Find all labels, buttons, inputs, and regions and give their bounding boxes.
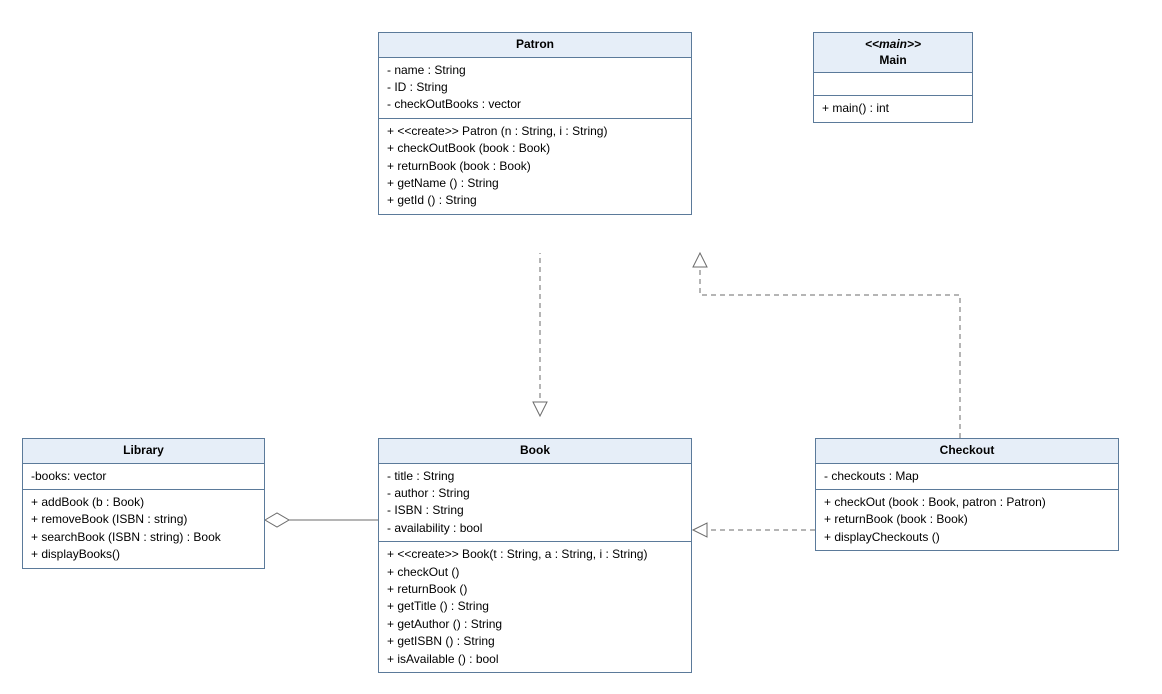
attr: - ID : String	[387, 79, 683, 96]
class-title: Book	[520, 443, 550, 457]
stereotype: <<main>>	[820, 37, 966, 53]
op: + checkOut ()	[387, 564, 683, 581]
op: + returnBook (book : Book)	[387, 158, 683, 175]
op: + searchBook (ISBN : string) : Book	[31, 529, 256, 546]
class-patron-ops: + <<create>> Patron (n : String, i : Str…	[379, 119, 691, 214]
attr: - ISBN : String	[387, 502, 683, 519]
attr: - title : String	[387, 468, 683, 485]
op: + checkOutBook (book : Book)	[387, 140, 683, 157]
class-library-name: Library	[23, 439, 264, 464]
class-library-ops: + addBook (b : Book) + removeBook (ISBN …	[23, 490, 264, 568]
op: + displayCheckouts ()	[824, 529, 1110, 546]
op: + removeBook (ISBN : string)	[31, 511, 256, 528]
class-title: Main	[879, 53, 906, 67]
op: + main() : int	[822, 100, 964, 117]
op: + getId () : String	[387, 192, 683, 209]
class-title: Patron	[516, 37, 554, 51]
class-book-ops: + <<create>> Book(t : String, a : String…	[379, 542, 691, 672]
op: + isAvailable () : bool	[387, 651, 683, 668]
attr: - checkouts : Map	[824, 468, 1110, 485]
op: + getISBN () : String	[387, 633, 683, 650]
op: + <<create>> Book(t : String, a : String…	[387, 546, 683, 563]
class-patron-attrs: - name : String - ID : String - checkOut…	[379, 58, 691, 119]
class-book-name: Book	[379, 439, 691, 464]
op: + getTitle () : String	[387, 598, 683, 615]
class-checkout-attrs: - checkouts : Map	[816, 464, 1118, 490]
op: + checkOut (book : Book, patron : Patron…	[824, 494, 1110, 511]
attr: - availability : bool	[387, 520, 683, 537]
class-patron: Patron - name : String - ID : String - c…	[378, 32, 692, 215]
op: + addBook (b : Book)	[31, 494, 256, 511]
class-checkout-ops: + checkOut (book : Book, patron : Patron…	[816, 490, 1118, 550]
op: + returnBook (book : Book)	[824, 511, 1110, 528]
class-main: <<main>> Main + main() : int	[813, 32, 973, 123]
class-patron-name: Patron	[379, 33, 691, 58]
attr: -books: vector	[31, 468, 256, 485]
class-title: Checkout	[940, 443, 995, 457]
class-main-name: <<main>> Main	[814, 33, 972, 73]
op: + returnBook ()	[387, 581, 683, 598]
attr: - name : String	[387, 62, 683, 79]
op: + <<create>> Patron (n : String, i : Str…	[387, 123, 683, 140]
attr: - checkOutBooks : vector	[387, 96, 683, 113]
class-book-attrs: - title : String - author : String - ISB…	[379, 464, 691, 543]
op: + displayBooks()	[31, 546, 256, 563]
attr: - author : String	[387, 485, 683, 502]
class-main-attrs	[814, 73, 972, 96]
class-main-ops: + main() : int	[814, 96, 972, 121]
class-checkout: Checkout - checkouts : Map + checkOut (b…	[815, 438, 1119, 551]
class-library: Library -books: vector + addBook (b : Bo…	[22, 438, 265, 569]
class-book: Book - title : String - author : String …	[378, 438, 692, 673]
class-title: Library	[123, 443, 164, 457]
class-checkout-name: Checkout	[816, 439, 1118, 464]
op: + getName () : String	[387, 175, 683, 192]
op: + getAuthor () : String	[387, 616, 683, 633]
class-library-attrs: -books: vector	[23, 464, 264, 490]
